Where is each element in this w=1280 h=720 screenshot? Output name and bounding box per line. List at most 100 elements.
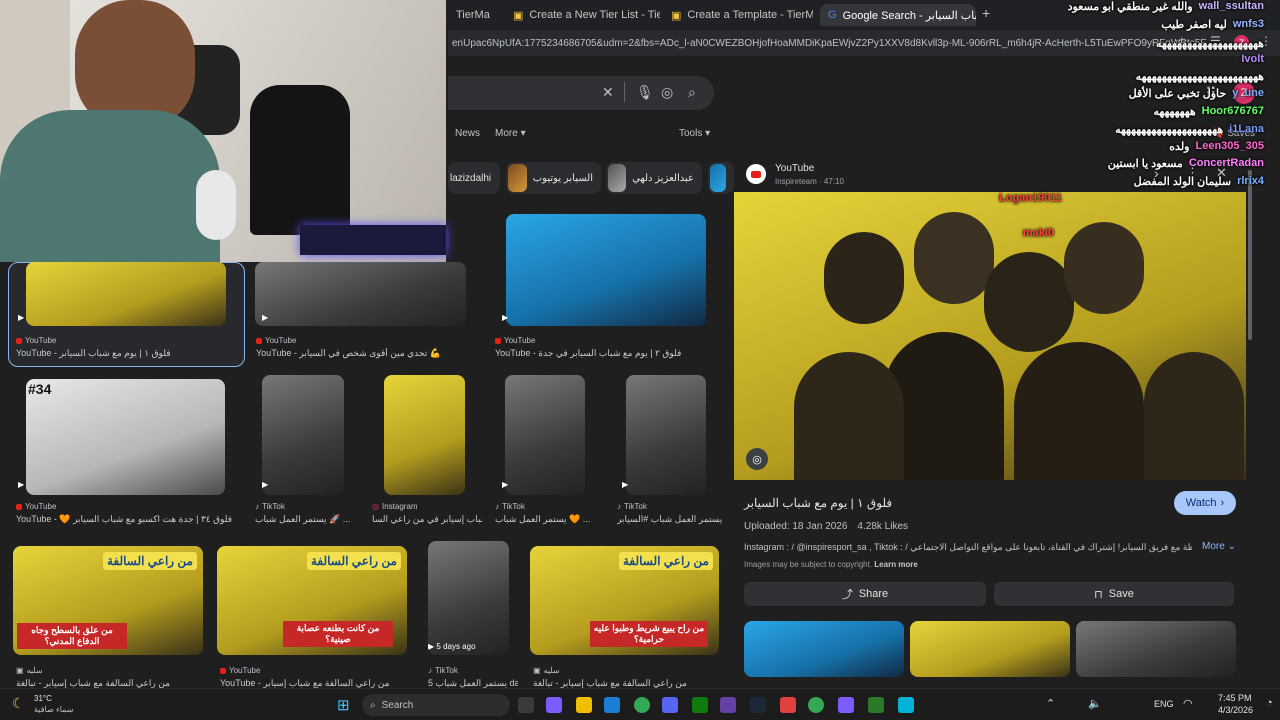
tab-more[interactable]: More ▾ [495, 128, 526, 139]
tiktok-icon: ♪ [255, 502, 259, 511]
save-button[interactable]: ⊓ Save [994, 582, 1234, 606]
youtube-icon [16, 337, 22, 344]
browser-tab-active[interactable]: GGoogle Search - شباب السيابر✕ [820, 4, 976, 26]
suggestion-chip[interactable]: السيابر يوتيوب [506, 162, 601, 194]
copyright-notice: Images may be subject to copyright. Lear… [744, 560, 918, 569]
language-indicator[interactable]: ENG [1154, 699, 1174, 709]
result-thumbnail[interactable]: من راعي السالفة من علق بالسطح وجاه الدفا… [13, 546, 203, 655]
result-source: ◎ Instagram [372, 502, 418, 511]
chrome-icon[interactable] [808, 697, 824, 713]
discord-icon[interactable] [662, 697, 678, 713]
browser-tab[interactable]: ▣Create a Template - TierMaker✕ [663, 4, 813, 26]
chat-message: هههههههه Hoor676767 [1154, 105, 1265, 118]
result-thumbnail[interactable] [262, 375, 344, 495]
app-icon[interactable] [720, 697, 736, 713]
app-icon[interactable] [838, 697, 854, 713]
new-tab-button[interactable]: + [982, 5, 990, 21]
app-icon[interactable] [546, 697, 562, 713]
search-input[interactable] [448, 76, 714, 110]
video-play-icon: ▶ [502, 313, 509, 322]
learn-more-link[interactable]: Learn more [874, 560, 918, 569]
app-icon[interactable] [780, 697, 796, 713]
lens-search-icon[interactable]: ◎ [746, 448, 768, 470]
suggestion-chip[interactable]: lazizdalhi [448, 162, 500, 194]
chevron-up-icon[interactable]: ⌃ [1046, 697, 1055, 710]
xbox-icon[interactable] [692, 697, 708, 713]
show-logo: من راعي السالفة [102, 552, 197, 570]
source-label: سليه [543, 666, 560, 675]
weather-moon-icon[interactable]: ☾ [12, 695, 25, 712]
notification-bell-icon[interactable]: ◔ [1266, 697, 1273, 709]
task-view-icon[interactable] [518, 697, 534, 713]
result-thumbnail[interactable] [626, 375, 706, 495]
chat-message: مسعود يا ابستين ConcertRadan [1108, 157, 1264, 170]
result-caption[interactable]: يستمر العمل شباب 🚀 ... [255, 514, 365, 525]
video-play-icon: ▶ [262, 313, 269, 322]
related-thumbnail[interactable] [910, 621, 1070, 677]
search-icon[interactable]: ⌕ [688, 84, 696, 101]
watch-button[interactable]: Watch › [1174, 491, 1236, 515]
related-thumbnail[interactable] [744, 621, 904, 677]
app-icon[interactable] [868, 697, 884, 713]
browser-tab[interactable]: ▣Create a New Tier List - TierMa✕ [505, 4, 660, 26]
video-play-icon: ▶ [18, 313, 25, 322]
result-thumbnail[interactable]: من راعي السالفة من راح يبيع شريط وطبوا ع… [530, 546, 719, 655]
weather-temp[interactable]: 31°C [34, 694, 52, 703]
app-icon[interactable] [898, 697, 914, 713]
clock-date[interactable]: 4/3/2026 [1218, 705, 1253, 715]
result-thumbnail[interactable] [506, 214, 706, 326]
suggestion-chip[interactable] [708, 162, 734, 194]
result-caption[interactable]: YouTube - 🧡 فلوق ٣٤ | جدة هت اكسبو مع شب… [16, 514, 241, 525]
result-source: YouTube [495, 336, 535, 345]
preview-title[interactable]: فلوق ١ | يوم مع شباب السيابر [744, 496, 1164, 510]
share-button[interactable]: ⤴ Share [744, 582, 986, 606]
taskbar-search[interactable]: ⌕ Search [362, 694, 510, 716]
steam-icon[interactable] [750, 697, 766, 713]
related-thumbnail[interactable] [1076, 621, 1236, 677]
tab-news[interactable]: News [455, 128, 480, 139]
result-thumbnail[interactable]: ▶ 5 days ago [428, 541, 509, 655]
microphone [196, 170, 236, 240]
browser-tab[interactable]: TierMa✕ [448, 4, 500, 26]
result-source: YouTube [220, 666, 260, 675]
suggestion-chip[interactable]: عبدالعزيز دلهي [606, 162, 702, 194]
windows-taskbar: ☾ 31°C سماء صافية ⊞ ⌕ Search ⌃ 🔈 ENG ◠ 7:… [0, 688, 1280, 720]
chip-thumbnail [508, 164, 527, 192]
clear-search-icon[interactable]: ✕ [602, 84, 614, 101]
more-label: More [1202, 541, 1225, 552]
result-caption[interactable]: شباب إسيابر في من راعي السا... [372, 514, 482, 525]
result-caption[interactable]: YouTube - تحدي مين أقوى شخص في السيابر 💪 [256, 348, 471, 359]
copyright-text: Images may be subject to copyright. [744, 560, 873, 569]
wifi-icon[interactable]: ◠ [1183, 697, 1193, 710]
microphone-icon[interactable]: 🎙 [636, 84, 654, 101]
file-explorer-icon[interactable] [576, 697, 592, 713]
result-caption[interactable]: يستمر العمل شباب 🧡 ... [495, 514, 605, 525]
result-thumbnail[interactable] [505, 375, 585, 495]
clock-time[interactable]: 7:45 PM [1218, 693, 1252, 703]
result-source: ▣ سليه [533, 666, 560, 675]
result-thumbnail[interactable] [384, 375, 465, 495]
keyboard [300, 225, 446, 255]
source-icon: ▣ [533, 666, 541, 675]
result-thumbnail[interactable] [255, 262, 466, 326]
windows-start-icon[interactable]: ⊞ [337, 696, 350, 714]
preview-source-name[interactable]: YouTube [775, 163, 814, 174]
lens-icon[interactable]: ◎ [661, 84, 673, 101]
result-caption[interactable]: يستمر العمل شباب #السيابر [617, 514, 722, 525]
result-thumbnail[interactable]: #34 [26, 379, 225, 495]
more-description-button[interactable]: More ⌄ [1202, 541, 1236, 552]
chat-username: Hoor676767 [1201, 105, 1264, 117]
result-caption[interactable]: YouTube - فلوق ٢ | يوم مع شباب السيابر ف… [495, 348, 720, 359]
speaker-icon[interactable]: 🔈 [1088, 697, 1102, 710]
chrome-icon[interactable] [634, 697, 650, 713]
result-source: YouTube [256, 336, 296, 345]
tools-button[interactable]: Tools ▾ [679, 128, 710, 139]
result-caption[interactable]: YouTube - فلوق ١ | يوم مع شباب السيابر [16, 348, 236, 359]
app-icon[interactable] [604, 697, 620, 713]
person-silhouette [824, 232, 904, 324]
result-thumbnail[interactable]: ▶ [26, 262, 226, 326]
video-description: Instagram : / @inspiresport_sa , Tiktok … [744, 542, 1192, 552]
result-thumbnail[interactable]: من راعي السالفة من كانت بطنعه عصابة صيني… [217, 546, 407, 655]
instagram-icon: ◎ [372, 502, 379, 511]
chat-username: i1Lana [1229, 123, 1264, 135]
